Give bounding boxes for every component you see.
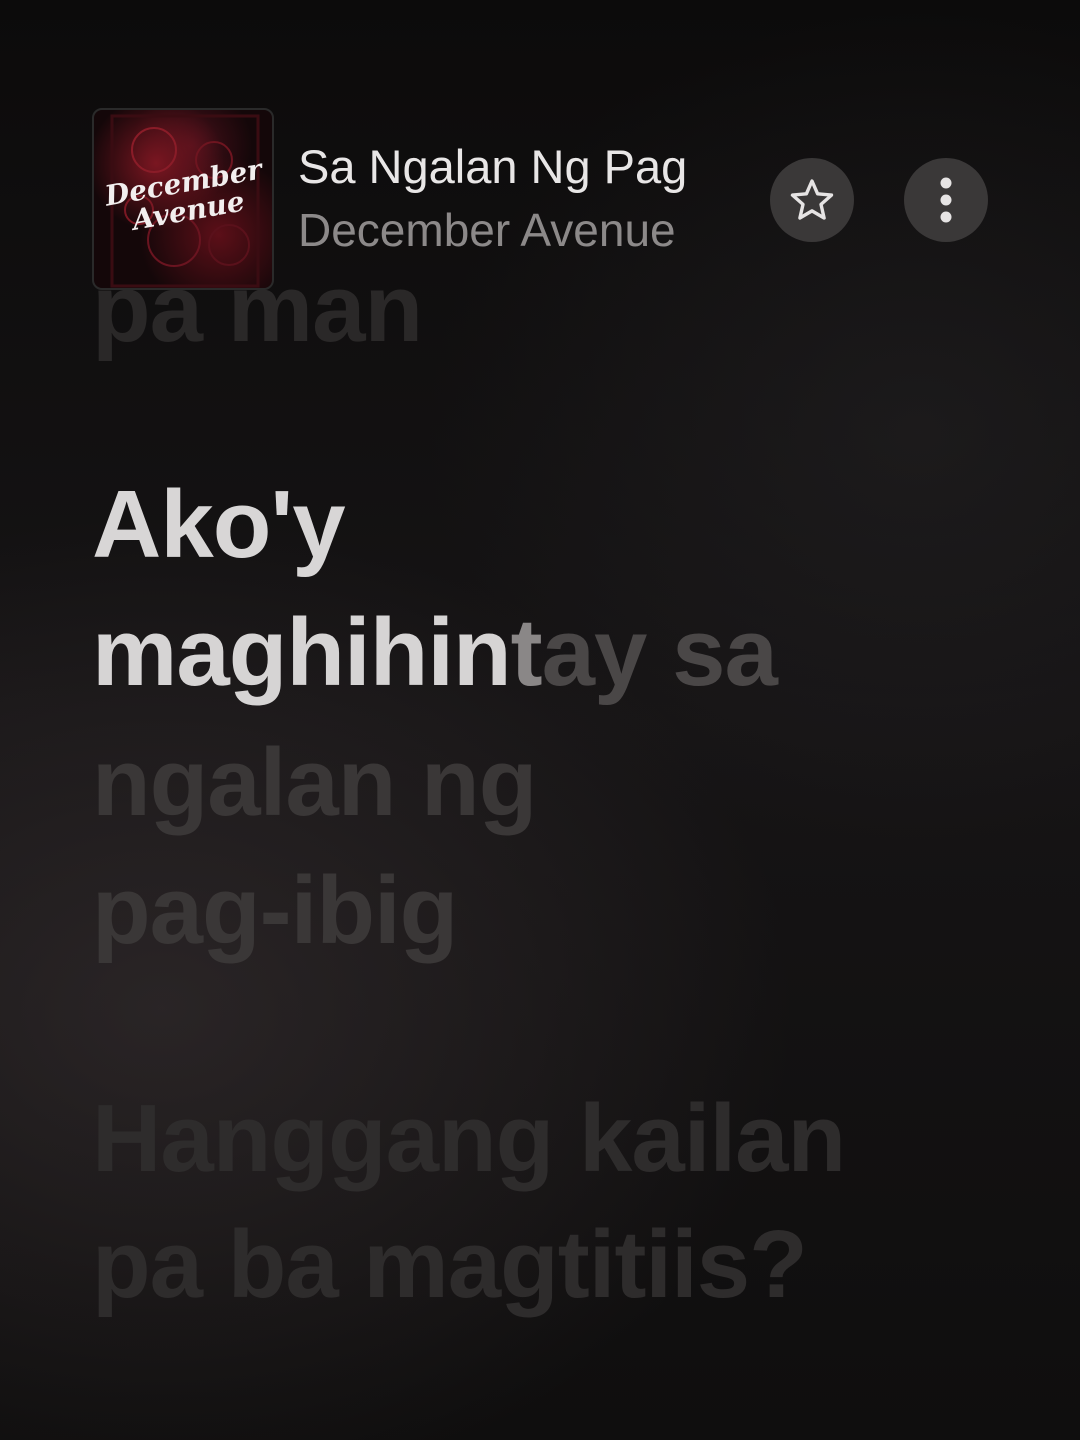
lyric-sung-text: maghihin [92,599,512,706]
album-artwork[interactable]: December Avenue [92,108,274,290]
lyric-line-next-cont[interactable]: pa ba magtitiis? [92,1202,808,1328]
lyric-line-current[interactable]: Ako'y [92,462,346,588]
star-icon [790,179,834,220]
lyric-unsung-text: ay sa [541,599,778,706]
track-title[interactable]: Sa Ngalan Ng Pag [298,138,718,196]
favorite-button[interactable] [770,158,854,242]
more-options-button[interactable] [904,158,988,242]
lyric-line-next[interactable]: Hanggang kailan [92,1076,846,1202]
now-playing-header: December Avenue Sa Ngalan Ng Pag Decembe… [92,108,992,290]
track-info[interactable]: Sa Ngalan Ng Pag December Avenue [298,138,718,258]
album-artwork-graphic: December Avenue [101,114,267,288]
lyric-line-current-progress[interactable]: maghihintay sa [92,590,778,716]
lyric-line-current-end[interactable]: pag-ibig [92,848,458,974]
lyric-fading-text: t [510,599,543,706]
more-vertical-icon [940,177,952,223]
lyric-line-current-cont[interactable]: ngalan ng [92,720,537,846]
track-artist[interactable]: December Avenue [298,202,718,258]
